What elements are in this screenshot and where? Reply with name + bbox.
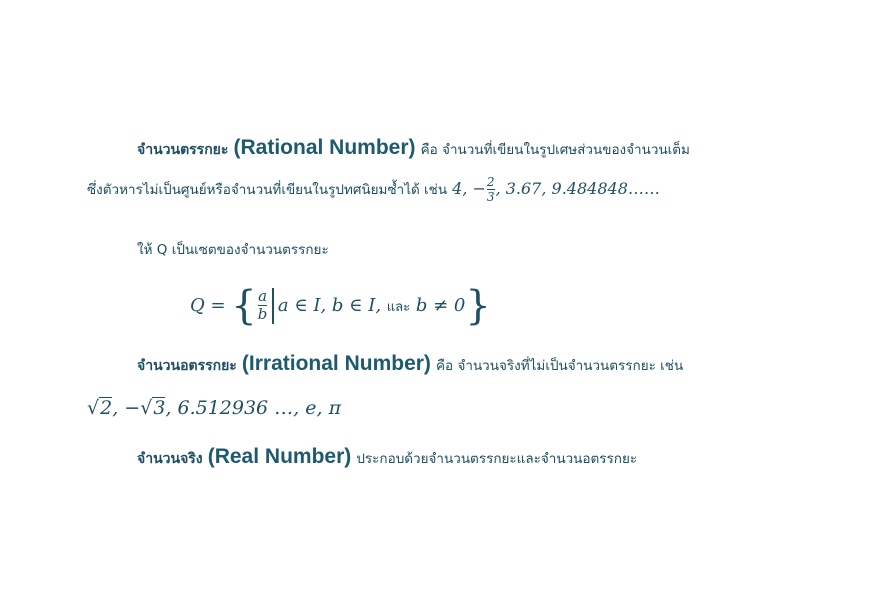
set-and-word: และ [386, 300, 411, 315]
rational-example-first: 4, − [452, 179, 486, 199]
irrational-heading-line: จำนวนอตรรกยะ (Irrational Number) คือ จำน… [137, 353, 683, 374]
rational-example-fraction: 23 [486, 175, 495, 204]
left-brace: { [231, 283, 257, 329]
irrational-example-sqrt2: 2 [99, 397, 113, 419]
rational-thai-term: จำนวนตรรกยะ [137, 142, 229, 158]
irrational-example-rest: , 6.512936 …, e, π [165, 397, 342, 419]
real-thai-term: จำนวนจริง [137, 451, 203, 467]
real-english-term: (Real Number) [207, 445, 352, 468]
rational-heading-line: จำนวนตรรกยะ (Rational Number) คือ จำนวนท… [137, 137, 690, 158]
rational-definition-line2-row: ซึ่งตัวหารไม่เป็นศูนย์หรือจำนวนที่เขียนใ… [87, 176, 660, 203]
radical-sign-2: √ [140, 397, 153, 419]
rational-example-rest: , 3.67, 9.484848…… [495, 179, 660, 199]
radical-sign-1: √ [87, 397, 100, 419]
fraction-denominator: 3 [486, 188, 495, 204]
such-that-bar [272, 288, 274, 324]
set-condition2: b ≠ 0 [415, 295, 466, 316]
set-intro: ให้ Q เป็นเซตของจำนวนตรรกยะ [137, 242, 329, 258]
rational-definition-line2: ซึ่งตัวหารไม่เป็นศูนย์หรือจำนวนที่เขียนใ… [87, 182, 448, 199]
irrational-example-sqrt3: 3 [152, 397, 166, 419]
set-lhs: Q = [190, 295, 226, 316]
real-definition: ประกอบด้วยจำนวนตรรกยะและจำนวนอตรรกยะ [356, 451, 638, 467]
irrational-thai-term: จำนวนอตรรกยะ [137, 358, 237, 374]
set-fraction-numerator: a [258, 287, 268, 306]
irrational-english-term: (Irrational Number) [241, 352, 431, 375]
irrational-example-separator: , − [112, 397, 141, 419]
right-brace: } [465, 283, 491, 329]
irrational-definition: คือ จำนวนจริงที่ไม่เป็นจำนวนตรรกยะ เช่น [436, 358, 684, 374]
real-heading-line: จำนวนจริง (Real Number) ประกอบด้วยจำนวนต… [137, 446, 637, 467]
set-fraction-denominator: b [257, 305, 268, 323]
set-definition-formula: Q = {a b a ∈ I, b ∈ I, และ b ≠ 0} [190, 286, 491, 326]
irrational-examples: √2, −√3, 6.512936 …, e, π [87, 397, 341, 419]
rational-english-term: (Rational Number) [233, 136, 416, 159]
set-condition: a ∈ I, b ∈ I, [277, 295, 382, 316]
set-fraction: ab [257, 287, 268, 323]
fraction-numerator: 2 [486, 175, 495, 189]
rational-examples: 4, −2 3, 3.67, 9.484848…… [452, 176, 660, 203]
set-intro-row: ให้ Q เป็นเซตของจำนวนตรรกยะ [137, 241, 329, 258]
rational-definition-line1: คือ จำนวนที่เขียนในรูปเศษส่วนของจำนวนเต็… [420, 142, 690, 158]
